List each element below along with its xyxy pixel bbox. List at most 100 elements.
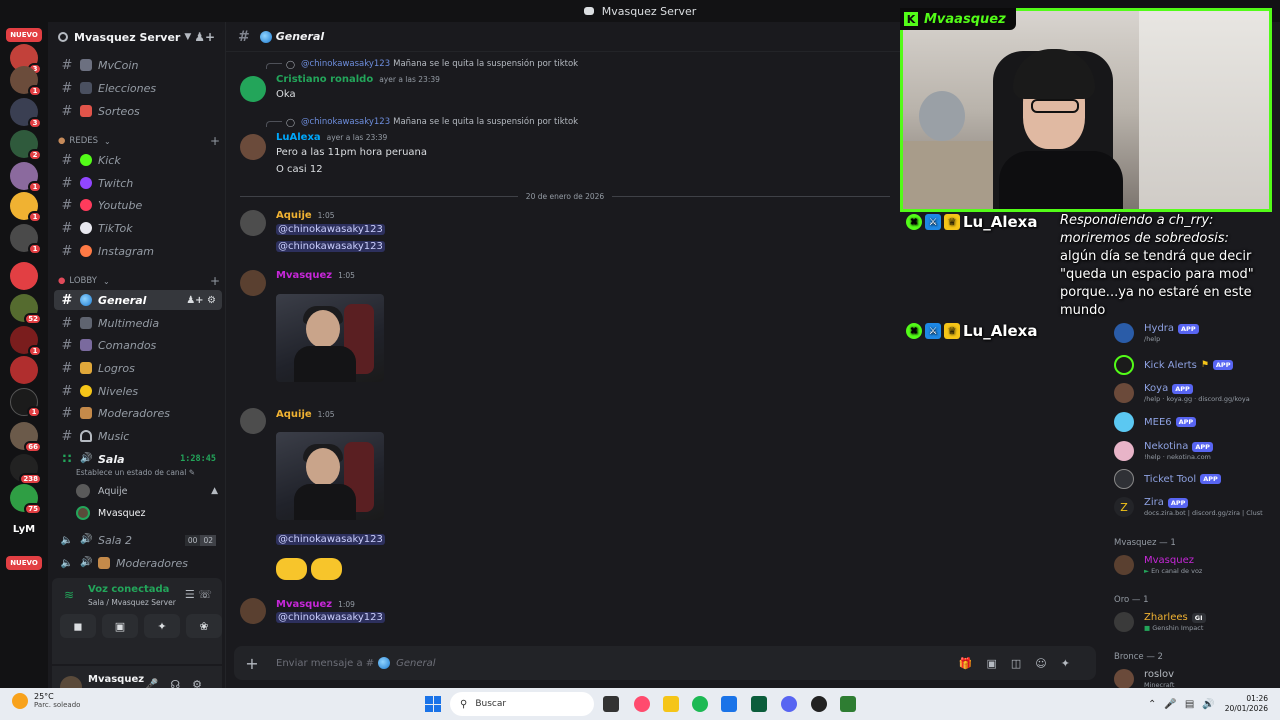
member-item[interactable]: Ticket Tool APP <box>1114 466 1278 492</box>
opera-icon[interactable] <box>634 696 650 712</box>
windows-start-icon[interactable] <box>425 696 441 712</box>
channel-mvcoin[interactable]: # MvCoin <box>54 55 222 75</box>
add-channel-icon[interactable]: + <box>210 134 220 148</box>
server-icon[interactable]: 1 <box>10 388 41 418</box>
avatar[interactable] <box>240 408 266 434</box>
camera-off-button[interactable]: ◼ <box>60 614 96 638</box>
network-icon[interactable]: ▤ <box>1185 699 1194 710</box>
add-channel-icon[interactable]: + <box>210 274 220 288</box>
channel-multimedia[interactable]: # Multimedia <box>54 313 222 333</box>
image-attachment[interactable] <box>276 294 384 382</box>
channel-twitch[interactable]: # Twitch <box>54 173 222 193</box>
user-name[interactable]: Mvasquez <box>88 674 144 685</box>
chevron-up-icon[interactable]: ⌃ <box>1148 699 1156 710</box>
member-item[interactable]: Mvasquez ► En canal de voz <box>1114 552 1278 578</box>
server-icon[interactable] <box>10 356 38 384</box>
member-item[interactable]: Zharlees GI ■ Genshin Impact <box>1114 609 1278 635</box>
store-icon[interactable] <box>721 696 737 712</box>
composer-tools-icons[interactable]: 🎁▣◫☺✦ <box>959 657 1084 670</box>
attach-plus-icon[interactable]: + <box>234 654 270 673</box>
user-mention[interactable]: @chinokawasaky123 <box>276 241 385 252</box>
message-author[interactable]: LuAlexa ayer a las 23:39 <box>276 132 387 143</box>
voice-connected-label[interactable]: Voz conectada <box>88 584 169 595</box>
avatar[interactable] <box>240 270 266 296</box>
member-item[interactable]: Kick Alerts ⚑ APP <box>1114 352 1278 378</box>
server-icon[interactable]: 2 <box>10 130 42 161</box>
server-icon[interactable]: 75 <box>10 484 42 515</box>
user-mention[interactable]: @chinokawasaky123 <box>276 534 385 545</box>
message-composer[interactable]: + Enviar mensaje a # General 🎁▣◫☺✦ <box>234 646 1096 680</box>
avatar[interactable] <box>240 76 266 102</box>
avatar[interactable] <box>240 134 266 160</box>
microphone-icon[interactable]: 🎤 <box>1164 699 1176 710</box>
avatar[interactable] <box>240 598 266 624</box>
activities-button[interactable]: ✦ <box>144 614 180 638</box>
disconnect-icon[interactable]: ☰ ☏ <box>185 588 212 601</box>
weather-widget[interactable]: 25°C Parc. soleado <box>12 692 80 709</box>
member-item[interactable]: Koya APP/help · koya.gg · discord.gg/koya <box>1114 380 1278 406</box>
user-mention[interactable]: @chinokawasaky123 <box>276 612 385 623</box>
member-item[interactable]: Nekotina APP !help · nekotina.com <box>1114 438 1278 464</box>
server-icon[interactable]: 238 <box>10 454 42 485</box>
user-mention[interactable]: @chinokawasaky123 <box>276 224 385 235</box>
channel-logros[interactable]: # Logros <box>54 358 222 378</box>
voice-user[interactable]: Mvasquez <box>76 504 222 522</box>
image-attachment[interactable] <box>276 432 384 520</box>
message-author[interactable]: Aquije 1:05 <box>276 210 335 221</box>
file-explorer-icon[interactable] <box>663 696 679 712</box>
server-icon[interactable] <box>10 262 38 290</box>
add-member-icon[interactable]: ♟+ <box>194 30 215 44</box>
server-icon[interactable]: 1 <box>10 66 42 97</box>
taskbar-search[interactable]: ⚲ Buscar <box>450 692 594 716</box>
member-item[interactable]: Z Zira APP docs.zira.bot | discord.gg/zira … <box>1114 494 1278 520</box>
member-item[interactable]: Hydra APP/help <box>1114 320 1278 346</box>
channel-sorteos[interactable]: # Sorteos <box>54 101 222 121</box>
screen-share-button[interactable]: ▣ <box>102 614 138 638</box>
reply-reference[interactable]: ◯ @chinokawasaky123 Mañana se le quita la … <box>266 59 578 69</box>
channel-instagram[interactable]: # Instagram <box>54 241 222 261</box>
message-author[interactable]: Mvasquez 1:09 <box>276 599 355 610</box>
server-icon[interactable]: 1 <box>10 162 42 193</box>
voice-channel-sala-2[interactable]: 🔈 🔊 Sala 2 00 02 <box>54 530 222 550</box>
category-redes[interactable]: ● REDES ⌄ + <box>58 134 220 148</box>
message-author[interactable]: Cristiano ronaldo ayer a las 23:39 <box>276 74 440 85</box>
member-item[interactable]: MEE6 APP <box>1114 409 1278 435</box>
server-lym[interactable]: LyM <box>8 524 40 538</box>
app-icon[interactable] <box>840 696 856 712</box>
channel-youtube[interactable]: # Youtube <box>54 195 222 215</box>
channel-elecciones[interactable]: # Elecciones <box>54 78 222 98</box>
voice-channel-moderadores[interactable]: 🔈 🔊 Moderadores <box>54 553 222 573</box>
server-icon[interactable]: 1 <box>10 192 42 223</box>
spotify-icon[interactable] <box>692 696 708 712</box>
channel-niveles[interactable]: # Niveles <box>54 381 222 401</box>
obs-icon[interactable] <box>811 696 827 712</box>
message-author[interactable]: Aquije 1:05 <box>276 409 335 420</box>
server-icon[interactable]: 3 <box>10 98 42 129</box>
category-lobby[interactable]: ● LOBBY ⌄ + <box>58 274 220 288</box>
soundboard-button[interactable]: ❀ <box>186 614 222 638</box>
voice-channel-sala[interactable]: ∷ 🔊 Sala 1:28:45 <box>54 449 222 469</box>
channel-music[interactable]: # Music <box>54 426 222 446</box>
volume-icon[interactable]: 🔊 <box>1202 699 1214 710</box>
server-icon[interactable]: 52 <box>10 294 42 325</box>
message-author[interactable]: Mvasquez 1:05 <box>276 270 355 281</box>
server-header[interactable]: Mvasquez Server ▼ ♟+ <box>48 22 225 52</box>
channel-moderadores[interactable]: # Moderadores <box>54 403 222 423</box>
task-view-icon[interactable] <box>603 696 619 712</box>
server-icon[interactable]: 66 <box>10 422 42 453</box>
reply-reference[interactable]: ◯ @chinokawasaky123 Mañana se le quita la … <box>266 117 578 127</box>
clock[interactable]: 01:26 20/01/2026 <box>1225 694 1268 714</box>
voice-status-prompt[interactable]: Establece un estado de canal ✎ <box>76 468 195 477</box>
voice-user[interactable]: Aquije ▲ <box>76 482 222 500</box>
voice-connected-channel[interactable]: Sala / Mvasquez Server <box>88 598 176 607</box>
avatar[interactable] <box>240 210 266 236</box>
channel-kick[interactable]: # Kick <box>54 150 222 170</box>
discord-taskbar-icon[interactable] <box>781 696 797 712</box>
channel-tiktok[interactable]: # TikTok <box>54 218 222 238</box>
server-icon[interactable]: 1 <box>10 326 42 357</box>
app-icon[interactable] <box>751 696 767 712</box>
channel-general[interactable]: # General ♟+ ⚙ <box>54 290 222 310</box>
channel-settings-icons[interactable]: ♟+ ⚙ <box>186 295 216 306</box>
server-icon[interactable]: 1 <box>10 224 42 255</box>
channel-comandos[interactable]: # Comandos <box>54 335 222 355</box>
